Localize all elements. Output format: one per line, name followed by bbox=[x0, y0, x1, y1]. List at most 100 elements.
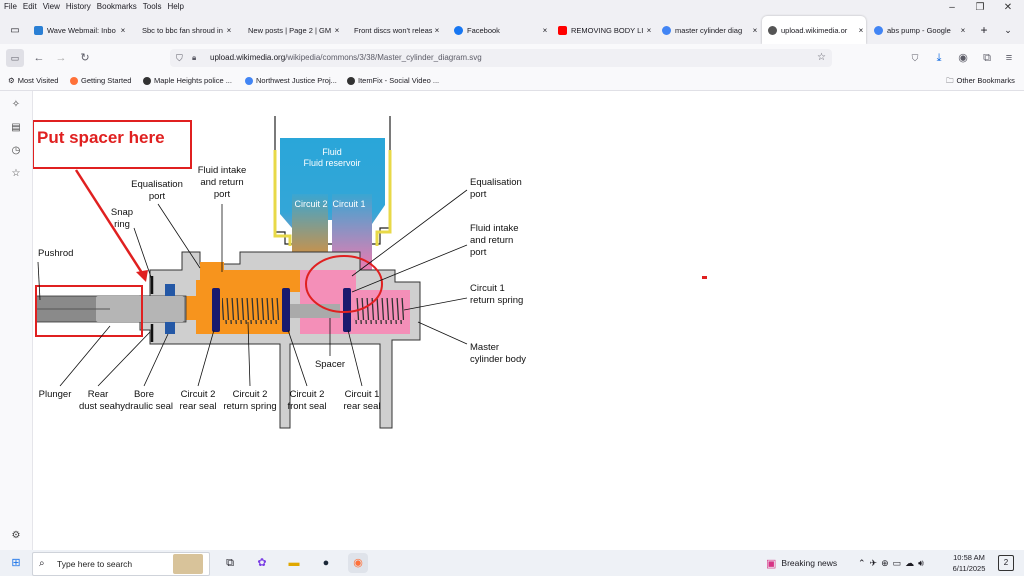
label-circuit1-rear-seal: Circuit 1 rear seal bbox=[344, 389, 381, 412]
new-tab-icon[interactable]: + bbox=[976, 16, 992, 44]
webmail-icon bbox=[34, 25, 43, 35]
list-tabs-icon[interactable]: ⌄ bbox=[1000, 16, 1016, 44]
reservoir-label: Fluid reservoir bbox=[303, 158, 360, 168]
google-icon bbox=[245, 77, 253, 85]
gear-icon: ⚙ bbox=[8, 76, 15, 85]
circuit2-front-seal-shape bbox=[282, 288, 290, 332]
label-master-cylinder-body: Master cylinder body bbox=[470, 342, 526, 365]
windows-start-icon[interactable]: ⊞ bbox=[6, 553, 26, 573]
tab-2[interactable]: New posts | Page 2 | GM × bbox=[236, 16, 342, 44]
tab-3[interactable]: Front discs won't release × bbox=[344, 16, 442, 44]
tab-0[interactable]: Wave Webmail: Inbo × bbox=[28, 16, 128, 44]
task-view-icon[interactable]: ⧉ bbox=[220, 553, 240, 573]
minimize-button[interactable]: – bbox=[938, 0, 966, 16]
close-tab-icon[interactable]: × bbox=[856, 26, 866, 35]
notifications-icon[interactable]: 2 bbox=[998, 555, 1014, 571]
close-tab-icon[interactable]: × bbox=[224, 26, 234, 35]
label-snap-ring: Snap ring bbox=[111, 207, 133, 230]
circuit2-label: Circuit 2 bbox=[294, 199, 327, 209]
close-tab-icon[interactable]: × bbox=[540, 26, 550, 35]
site-icon bbox=[143, 77, 151, 85]
downloads-icon[interactable]: ⤓ bbox=[930, 49, 948, 67]
site-icon bbox=[347, 77, 355, 85]
tab-8[interactable]: abs pump - Google × bbox=[868, 16, 968, 44]
close-window-button[interactable]: ✕ bbox=[994, 0, 1022, 16]
navigation-bar: ▭ ← → ↻ ⛉ 🔒︎ upload.wikimedia.org/wikipe… bbox=[0, 44, 1024, 72]
bookmarks-bar: ⚙ Most Visited Getting Started Maple Heig… bbox=[0, 72, 1024, 91]
close-tab-icon[interactable]: × bbox=[118, 26, 128, 35]
google-icon bbox=[662, 25, 671, 35]
bookmark-most-visited[interactable]: ⚙ Most Visited bbox=[8, 72, 58, 90]
restore-button[interactable]: ❐ bbox=[966, 0, 994, 16]
label-fluid-intake-right: Fluid intake and return port bbox=[470, 223, 519, 258]
reload-icon[interactable]: ↻ bbox=[76, 49, 94, 67]
menu-bookmarks[interactable]: Bookmarks bbox=[97, 0, 137, 14]
bookmark-getting-started[interactable]: Getting Started bbox=[70, 72, 131, 90]
image-viewer: Put spacer here Fluid Fluid reservoir Ci… bbox=[33, 91, 1024, 550]
url-domain: upload.wikimedia.org bbox=[210, 53, 286, 62]
lock-icon[interactable]: 🔒︎ bbox=[192, 49, 196, 67]
label-pushrod: Pushrod bbox=[38, 248, 73, 259]
ai-chatbot-icon[interactable]: ✧ bbox=[8, 97, 24, 113]
synced-tabs-icon[interactable]: ▤ bbox=[8, 120, 24, 136]
bookmark-itemfix[interactable]: ItemFix - Social Video ... bbox=[347, 72, 439, 90]
menu-file[interactable]: File bbox=[4, 0, 17, 14]
back-icon[interactable]: ← bbox=[30, 49, 48, 67]
master-cylinder-diagram: Put spacer here Fluid Fluid reservoir Ci… bbox=[33, 116, 707, 429]
close-tab-icon[interactable]: × bbox=[958, 26, 968, 35]
menu-tools[interactable]: Tools bbox=[143, 0, 162, 14]
close-tab-icon[interactable]: × bbox=[644, 26, 654, 35]
menu-bar: File Edit View History Bookmarks Tools Help – … bbox=[0, 0, 1024, 16]
close-tab-icon[interactable]: × bbox=[432, 26, 442, 35]
label-rear-dust-seal: Rear dust seal bbox=[79, 389, 117, 412]
tab-6[interactable]: master cylinder diag × bbox=[656, 16, 760, 44]
close-tab-icon[interactable]: × bbox=[750, 26, 760, 35]
firefox-taskbar-icon[interactable]: ◉ bbox=[348, 553, 368, 573]
tab-7-active[interactable]: upload.wikimedia.or × bbox=[762, 16, 866, 44]
bookmark-northwest-justice[interactable]: Northwest Justice Proj... bbox=[245, 72, 337, 90]
close-tab-icon[interactable]: × bbox=[332, 26, 342, 35]
google-icon bbox=[874, 25, 883, 35]
customize-sidebar-icon[interactable]: ⚙ bbox=[8, 528, 24, 544]
facebook-icon bbox=[454, 25, 463, 35]
label-equalisation-port-right: Equalisation port bbox=[470, 177, 522, 200]
circuit1-rear-seal-shape bbox=[343, 288, 351, 332]
clock[interactable]: 10:58 AM 6/11/2025 bbox=[946, 552, 992, 574]
bookmarks-icon[interactable]: ☆ bbox=[8, 166, 24, 182]
tab-5[interactable]: REMOVING BODY LI × bbox=[552, 16, 654, 44]
label-circuit2-rear-seal: Circuit 2 rear seal bbox=[180, 389, 217, 412]
menu-edit[interactable]: Edit bbox=[23, 0, 37, 14]
menu-help[interactable]: Help bbox=[167, 0, 183, 14]
tab-1[interactable]: Sbc to bbc fan shroud in × bbox=[130, 16, 234, 44]
search-highlight-image bbox=[173, 554, 203, 574]
annotation-text: Put spacer here bbox=[37, 128, 165, 147]
forward-icon[interactable]: → bbox=[52, 49, 70, 67]
sidebar-toggle-icon[interactable]: ▭ bbox=[6, 49, 24, 67]
history-icon[interactable]: ◷ bbox=[8, 143, 24, 159]
tab-4[interactable]: Facebook × bbox=[448, 16, 550, 44]
windows-taskbar: ⊞ ⌕ Type here to search ⧉ ✿ ▬ ● ◉ ▣ Break… bbox=[0, 550, 1024, 576]
bookmark-star-icon[interactable]: ☆ bbox=[817, 49, 826, 67]
shield-icon[interactable]: ⛉ bbox=[176, 49, 183, 67]
account-icon[interactable]: ◉ bbox=[954, 49, 972, 67]
label-equalisation-port-left: Equalisation port bbox=[131, 179, 183, 202]
pocket-icon[interactable]: ⛉ bbox=[906, 49, 924, 67]
steam-icon[interactable]: ● bbox=[316, 553, 336, 573]
other-bookmarks[interactable]: 🗀 Other Bookmarks bbox=[946, 72, 1015, 90]
menu-history[interactable]: History bbox=[66, 0, 91, 14]
tab-overview-icon[interactable]: ▭ bbox=[4, 16, 26, 44]
circuit1-label: Circuit 1 bbox=[332, 199, 365, 209]
menu-view[interactable]: View bbox=[43, 0, 60, 14]
bookmark-maple-heights[interactable]: Maple Heights police ... bbox=[143, 72, 232, 90]
circuit2-spring-shape bbox=[222, 298, 280, 324]
url-bar[interactable]: ⛉ 🔒︎ upload.wikimedia.org/wikipedia/comm… bbox=[170, 49, 832, 67]
extensions-icon[interactable]: ⧉ bbox=[978, 49, 996, 67]
label-circuit2-return-spring: Circuit 2 return spring bbox=[223, 389, 276, 412]
copilot-icon[interactable]: ✿ bbox=[252, 553, 272, 573]
system-tray-icons[interactable]: ⌃✈⊕▭☁🔊︎ bbox=[858, 553, 928, 573]
news-widget[interactable]: ▣ Breaking news bbox=[766, 553, 837, 573]
taskbar-search-input[interactable]: ⌕ Type here to search bbox=[32, 552, 210, 576]
firefox-icon bbox=[70, 77, 78, 85]
menu-icon[interactable]: ≡ bbox=[1000, 49, 1018, 67]
file-explorer-icon[interactable]: ▬ bbox=[284, 553, 304, 573]
